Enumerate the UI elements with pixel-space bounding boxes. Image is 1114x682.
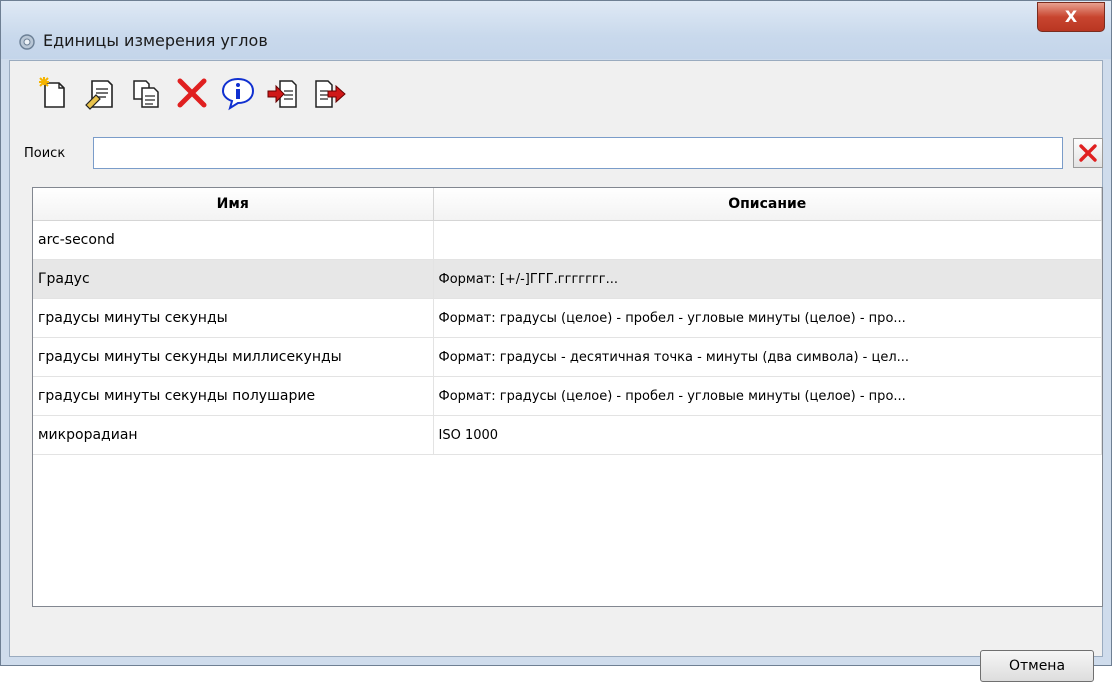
cell-description: Формат: градусы (целое) - пробел - углов… xyxy=(433,298,1102,338)
cell-description: ISO 1000 xyxy=(433,415,1102,455)
clear-icon xyxy=(1079,144,1097,162)
dialog-client: Поиск Имя Описание arc-second Градус Фор… xyxy=(9,60,1103,682)
title-bar: Единицы измерения углов X xyxy=(1,1,1111,59)
info-icon xyxy=(221,77,255,111)
search-input[interactable] xyxy=(93,137,1063,169)
column-header-description[interactable]: Описание xyxy=(433,188,1102,221)
cell-description: Формат: градусы (целое) - пробел - углов… xyxy=(433,376,1102,416)
units-table: Имя Описание arc-second Градус Формат: [… xyxy=(32,187,1103,607)
cell-name: градусы минуты секунды полушарие xyxy=(33,376,434,416)
edit-icon xyxy=(85,80,113,110)
table-row[interactable]: Градус Формат: [+/-]ГГГ.ггггггг... xyxy=(33,259,1102,299)
cell-description: Формат: [+/-]ГГГ.ггггггг... xyxy=(433,259,1102,299)
cell-name: градусы минуты секунды xyxy=(33,298,434,338)
table-header-row: Имя Описание xyxy=(33,188,1102,221)
cancel-button[interactable]: Отмена xyxy=(980,650,1094,682)
app-icon xyxy=(18,33,36,51)
export-icon xyxy=(315,80,346,108)
cell-name: градусы минуты секунды миллисекунды xyxy=(33,337,434,377)
new-button[interactable] xyxy=(34,73,74,113)
close-button[interactable]: X xyxy=(1037,2,1105,32)
table-row[interactable]: градусы минуты секунды полушарие Формат:… xyxy=(33,376,1102,416)
search-label: Поиск xyxy=(24,146,66,161)
info-button[interactable] xyxy=(218,73,258,113)
dialog-window: Единицы измерения углов X Поиск Имя Опис… xyxy=(0,0,1112,682)
delete-icon xyxy=(177,78,207,108)
window-title: Единицы измерения углов xyxy=(43,31,268,50)
cell-name: микрорадиан xyxy=(33,415,434,455)
toolbar xyxy=(34,71,350,115)
cell-name: Градус xyxy=(33,259,434,299)
import-button[interactable] xyxy=(264,73,304,113)
cell-name: arc-second xyxy=(33,220,434,260)
table-row[interactable]: градусы минуты секунды миллисекунды Форм… xyxy=(33,337,1102,377)
copy-icon xyxy=(133,80,159,108)
table-row[interactable]: градусы минуты секунды Формат: градусы (… xyxy=(33,298,1102,338)
new-document-icon xyxy=(39,77,65,108)
export-button[interactable] xyxy=(310,73,350,113)
cell-description xyxy=(433,220,1102,260)
import-icon xyxy=(267,80,297,108)
table-row[interactable]: микрорадиан ISO 1000 xyxy=(33,415,1102,455)
cell-description: Формат: градусы - десятичная точка - мин… xyxy=(433,337,1102,377)
edit-button[interactable] xyxy=(80,73,120,113)
delete-button[interactable] xyxy=(172,73,212,113)
clear-search-button[interactable] xyxy=(1073,138,1103,168)
copy-button[interactable] xyxy=(126,73,166,113)
column-header-name[interactable]: Имя xyxy=(33,188,434,221)
table-row[interactable]: arc-second xyxy=(33,220,1102,260)
